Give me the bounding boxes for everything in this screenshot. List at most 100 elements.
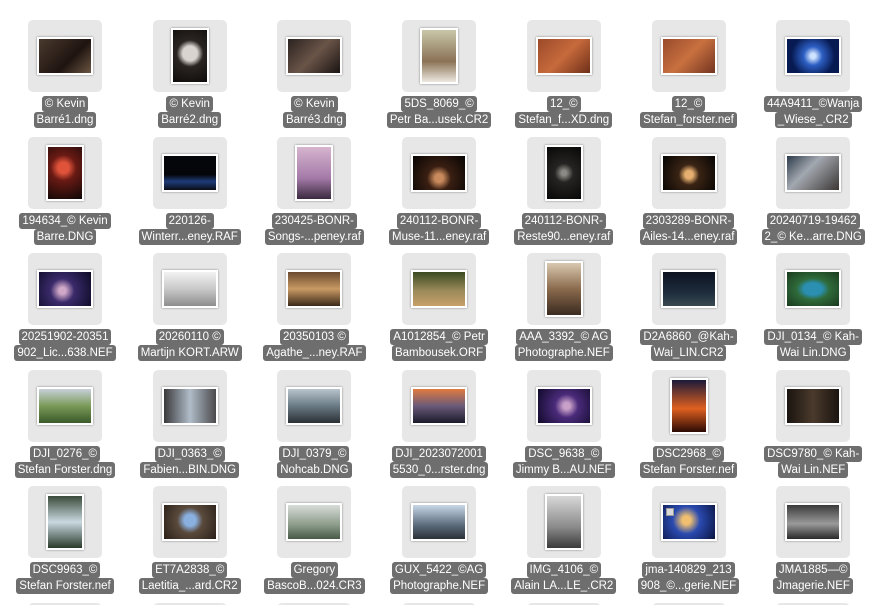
file-thumbnail[interactable]: [402, 20, 477, 92]
file-thumbnail[interactable]: [402, 369, 477, 442]
file-thumbnail[interactable]: [651, 486, 726, 558]
file-name[interactable]: 194634_© Kevin Barre.DNG: [7, 212, 123, 245]
file-thumbnail[interactable]: [651, 20, 726, 92]
photo-preview: [37, 37, 93, 75]
file-name-line: Stefan Forster.nef: [16, 578, 114, 594]
file-name[interactable]: DJI_0363_© Fabien...BIN.DNG: [132, 445, 248, 478]
file-name-line: Jmagerie.NEF: [773, 578, 853, 594]
photo-preview: [46, 144, 84, 201]
file-name[interactable]: 44A9411_©Wanja _Wiese_.CR2: [755, 96, 871, 128]
file-name-line: DJI_0379_©: [279, 445, 350, 462]
file-name-line: 2_© Ke...arre.DNG: [761, 228, 865, 245]
file-thumbnail[interactable]: [152, 20, 227, 92]
file-thumbnail[interactable]: [402, 486, 477, 558]
file-name[interactable]: A1012854_© Petr Bambousek.ORF: [381, 329, 497, 361]
file-name[interactable]: ET7A2838_© Laetitia_...ard.CR2: [132, 562, 248, 594]
file-name[interactable]: DJI_2023072001 5530_0...rster.dng: [381, 445, 497, 478]
file-name[interactable]: DJI_0379_© Nohcab.DNG: [256, 445, 372, 478]
file-name[interactable]: 5DS_8069_© Petr Ba...usek.CR2: [381, 96, 497, 128]
file-name[interactable]: IMG_4106_© Alain LA...LE_.CR2: [506, 562, 622, 594]
file-name[interactable]: 20260110 © Martijn KORT.ARW: [132, 329, 248, 361]
file-name-line: 5530_0...rster.dng: [389, 461, 489, 478]
file-thumbnail[interactable]: [277, 253, 352, 325]
file-name[interactable]: © Kevin Barré1.dng: [7, 96, 123, 128]
file-thumbnail[interactable]: [28, 369, 102, 442]
file-name[interactable]: DJI_0276_© Stefan Forster.dng: [7, 445, 123, 478]
photo-preview: [785, 386, 842, 425]
file-name[interactable]: DSC2968_© Stefan Forster.nef: [631, 445, 747, 478]
file-thumbnail[interactable]: [402, 136, 477, 209]
file-name[interactable]: 240112-BONR- Reste90...eney.raf: [506, 212, 622, 245]
file-name-line: Alain LA...LE_.CR2: [511, 578, 617, 594]
file-name-line: 20350103 ©: [279, 329, 349, 345]
file-thumbnail[interactable]: [28, 136, 102, 209]
file-thumbnail[interactable]: [651, 253, 726, 325]
file-name[interactable]: 20240719-19462 2_© Ke...arre.DNG: [755, 212, 871, 245]
file-name-line: Petr Ba...usek.CR2: [386, 112, 492, 128]
file-thumbnail[interactable]: [526, 20, 601, 92]
photo-preview: [660, 153, 717, 192]
file-thumbnail[interactable]: [776, 253, 851, 325]
file-name-line: Barré2.dng: [158, 112, 222, 128]
file-name[interactable]: 230425-BONR- Songs-...peney.raf: [256, 212, 372, 245]
file-name-line: DSC_9638_©: [525, 445, 603, 462]
file-name[interactable]: AAA_3392_© AG Photographe.NEF: [506, 329, 622, 361]
file-name[interactable]: DJI_0134_© Kah- Wai Lin.DNG: [755, 329, 871, 361]
file-name[interactable]: D2A6860_@Kah- Wai_LIN.CR2: [631, 329, 747, 361]
file-thumbnail[interactable]: [277, 136, 352, 209]
photo-preview: [46, 494, 84, 550]
file-name[interactable]: DSC_9638_© Jimmy B...AU.NEF: [506, 445, 622, 478]
file-thumbnail[interactable]: [526, 486, 601, 558]
photo-preview: [411, 270, 468, 308]
file-thumbnail[interactable]: [776, 486, 851, 558]
file-name[interactable]: JMA1885—© Jmagerie.NEF: [755, 562, 871, 594]
file-thumbnail[interactable]: [28, 20, 102, 92]
file-grid: © Kevin Barré1.dng © Kevin Barré2.dng © Kevi…: [0, 0, 895, 605]
file-thumbnail[interactable]: [776, 136, 851, 209]
file-name[interactable]: © Kevin Barré2.dng: [132, 96, 248, 128]
file-thumbnail[interactable]: [526, 369, 601, 442]
file-name-line: 194634_© Kevin: [19, 212, 111, 229]
file-thumbnail[interactable]: [776, 369, 851, 442]
file-name[interactable]: GUX_5422_©AG Photographe.NEF: [381, 562, 497, 594]
file-thumbnail[interactable]: [526, 253, 601, 325]
photo-preview: [286, 386, 343, 425]
file-name-line: Wai Lin.NEF: [778, 461, 849, 478]
file-thumbnail[interactable]: [277, 369, 352, 442]
file-name[interactable]: DSC9780_© Kah- Wai Lin.NEF: [755, 445, 871, 478]
file-thumbnail[interactable]: [526, 136, 601, 209]
photo-preview: [785, 37, 842, 75]
file-thumbnail[interactable]: [776, 20, 851, 92]
file-name[interactable]: 20251902-20351 902_Lic...638.NEF: [7, 329, 123, 361]
file-thumbnail[interactable]: [152, 136, 227, 209]
photo-preview: [785, 270, 842, 308]
file-thumbnail[interactable]: [402, 253, 477, 325]
file-thumbnail[interactable]: [28, 486, 102, 558]
file-thumbnail[interactable]: [651, 369, 726, 442]
file-name-line: DJI_0276_©: [29, 445, 101, 462]
file-name[interactable]: © Kevin Barré3.dng: [256, 96, 372, 128]
file-thumbnail[interactable]: [28, 253, 102, 325]
photo-preview: [161, 153, 218, 192]
file-name-line: 240112-BONR-: [396, 212, 482, 229]
file-name-line: DSC9780_© Kah-: [764, 445, 863, 462]
file-name[interactable]: 240112-BONR- Muse-11...eney.raf: [381, 212, 497, 245]
file-name[interactable]: 12_© Stefan_forster.nef: [631, 96, 747, 128]
file-name[interactable]: jma-140829_213 908_©...gerie.NEF: [631, 562, 747, 594]
file-thumbnail[interactable]: [152, 369, 227, 442]
file-name-line: 902_Lic...638.NEF: [14, 345, 116, 361]
file-thumbnail[interactable]: [152, 253, 227, 325]
file-thumbnail[interactable]: [277, 486, 352, 558]
file-name[interactable]: 2303289-BONR- Ailes-14...eney.raf: [631, 212, 747, 245]
file-thumbnail[interactable]: [152, 486, 227, 558]
file-thumbnail[interactable]: [277, 20, 352, 92]
photo-preview: [37, 386, 93, 425]
file-name[interactable]: 12_© Stefan_f...XD.dng: [506, 96, 622, 128]
photo-preview: [420, 28, 459, 84]
photo-preview: [660, 37, 717, 75]
file-name[interactable]: 20350103 © Agathe_...ney.RAF: [256, 329, 372, 361]
file-thumbnail[interactable]: [651, 136, 726, 209]
file-name[interactable]: 220126- Winterr...eney.RAF: [132, 212, 248, 245]
file-name[interactable]: DSC9963_© Stefan Forster.nef: [7, 562, 123, 594]
file-name[interactable]: Gregory BascoB...024.CR3: [256, 562, 372, 594]
